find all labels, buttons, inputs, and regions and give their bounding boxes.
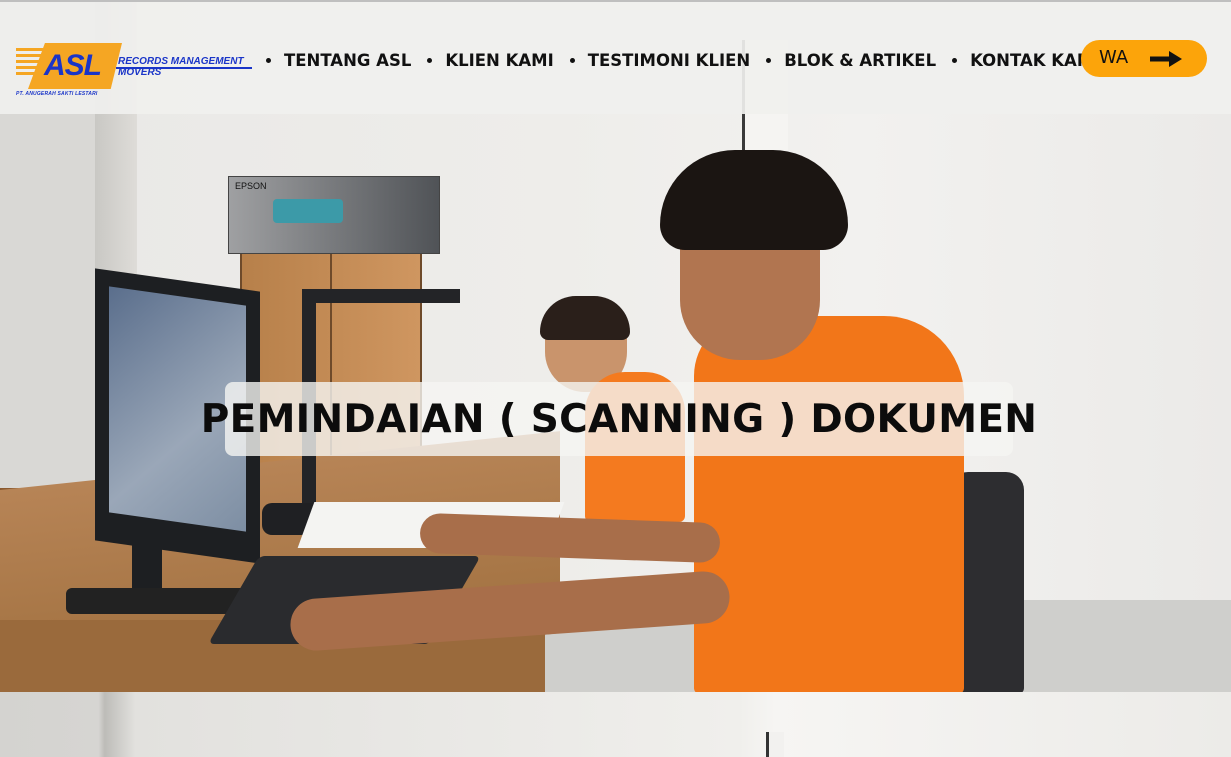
nav-item-label: TESTIMONI KLIEN [587, 50, 751, 70]
nav-item-label: TENTANG ASL [284, 50, 412, 70]
whatsapp-button[interactable]: WA [1081, 40, 1207, 77]
nav-item-tentang-asl[interactable]: TENTANG ASL [266, 51, 411, 70]
main-nav: TENTANG ASL KLIEN KAMI TESTIMONI KLIEN B… [266, 48, 1115, 72]
hero-title-box: PEMINDAIAN ( SCANNING ) DOKUMEN [201, 382, 1037, 456]
bullet-icon [952, 57, 958, 63]
monitor-stand [132, 540, 162, 590]
logo-tagline-line1: RECORDS MANAGEMENT [118, 56, 244, 67]
arrow-right-icon [1150, 51, 1182, 67]
hero-title: PEMINDAIAN ( SCANNING ) DOKUMEN [200, 396, 1038, 442]
nav-item-kontak-kami[interactable]: KONTAK KAMI [952, 51, 1099, 70]
bullet-icon [766, 57, 772, 63]
nav-item-label: KLIEN KAMI [445, 50, 554, 70]
next-section-photo [0, 692, 1231, 757]
printer-image [273, 199, 343, 223]
door [766, 732, 784, 757]
document-scanner-head [302, 289, 460, 303]
logo-mark: ASL [44, 49, 102, 82]
person-front-worker [694, 316, 964, 694]
nav-item-testimoni-klien[interactable]: TESTIMONI KLIEN [569, 50, 751, 70]
nav-item-klien-kami[interactable]: KLIEN KAMI [427, 50, 554, 70]
logo-company-name: PT. ANUGERAH SAKTI LESTARI [16, 91, 98, 97]
site-logo[interactable]: ASL RECORDS MANAGEMENT MOVERS PT. ANUGER… [16, 40, 256, 98]
nav-item-label: BLOK & ARTIKEL [784, 50, 937, 70]
person-hair [540, 296, 630, 340]
whatsapp-button-label: WA [1099, 47, 1129, 68]
printer-box: EPSON [228, 176, 440, 254]
bullet-icon [569, 57, 575, 63]
site-header: ASL RECORDS MANAGEMENT MOVERS PT. ANUGER… [0, 0, 1231, 114]
nav-item-blok-artikel[interactable]: BLOK & ARTIKEL [766, 51, 936, 70]
logo-tagline-line2: MOVERS [118, 67, 162, 78]
nav-item-label: KONTAK KAMI [970, 50, 1100, 70]
person-hair [660, 150, 848, 250]
header-top-border [0, 0, 1231, 2]
bullet-icon [266, 57, 271, 63]
printer-box-label: EPSON [235, 181, 267, 191]
bullet-icon [427, 57, 433, 63]
